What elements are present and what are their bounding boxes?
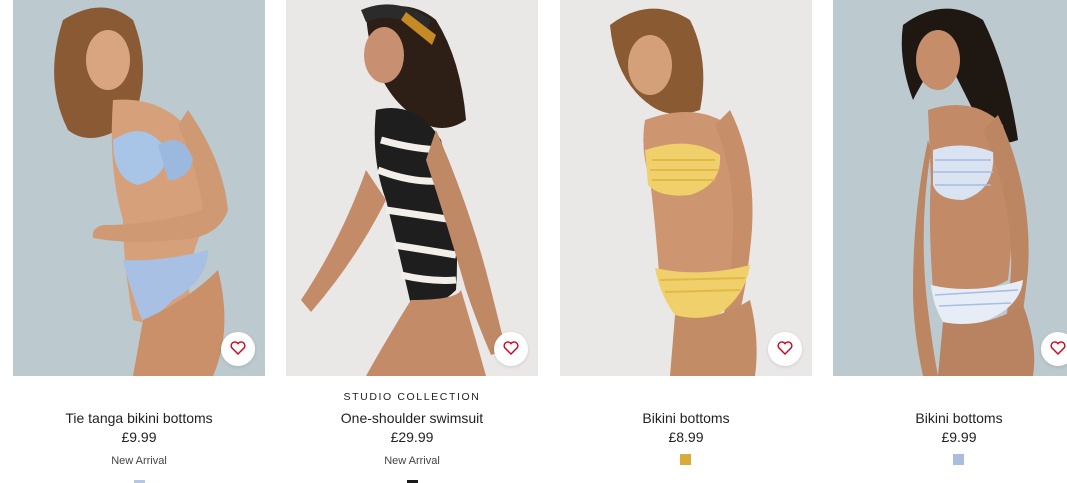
product-card[interactable]: Tie tanga bikini bottoms £9.99 New Arriv… bbox=[13, 0, 265, 483]
heart-icon bbox=[1050, 340, 1066, 358]
product-price: £9.99 bbox=[941, 429, 977, 445]
heart-icon bbox=[503, 340, 519, 358]
product-price: £29.99 bbox=[390, 429, 434, 445]
product-image[interactable] bbox=[286, 0, 538, 376]
product-image[interactable] bbox=[833, 0, 1067, 376]
product-price: £9.99 bbox=[121, 429, 157, 445]
product-title[interactable]: Tie tanga bikini bottoms bbox=[13, 410, 265, 426]
collection-label: STUDIO COLLECTION bbox=[343, 391, 481, 403]
add-to-favourites-button[interactable] bbox=[494, 332, 528, 366]
add-to-favourites-button[interactable] bbox=[768, 332, 802, 366]
heart-icon bbox=[230, 340, 246, 358]
add-to-favourites-button[interactable] bbox=[221, 332, 255, 366]
product-price: £8.99 bbox=[668, 429, 704, 445]
heart-icon bbox=[777, 340, 793, 358]
product-grid: Tie tanga bikini bottoms £9.99 New Arriv… bbox=[0, 0, 1067, 483]
product-card[interactable]: Bikini bottoms £8.99 bbox=[560, 0, 812, 483]
color-swatch[interactable] bbox=[953, 454, 964, 465]
product-image[interactable] bbox=[13, 0, 265, 376]
product-card[interactable]: Bikini bottoms £9.99 bbox=[833, 0, 1067, 483]
product-title[interactable]: One-shoulder swimsuit bbox=[286, 410, 538, 426]
new-arrival-badge: New Arrival bbox=[384, 455, 440, 467]
new-arrival-badge: New Arrival bbox=[111, 455, 167, 467]
color-swatch[interactable] bbox=[680, 454, 691, 465]
product-card[interactable]: STUDIO COLLECTION One-shoulder swimsuit … bbox=[286, 0, 538, 483]
product-image[interactable] bbox=[560, 0, 812, 376]
product-title[interactable]: Bikini bottoms bbox=[833, 410, 1067, 426]
add-to-favourites-button[interactable] bbox=[1041, 332, 1067, 366]
product-title[interactable]: Bikini bottoms bbox=[560, 410, 812, 426]
